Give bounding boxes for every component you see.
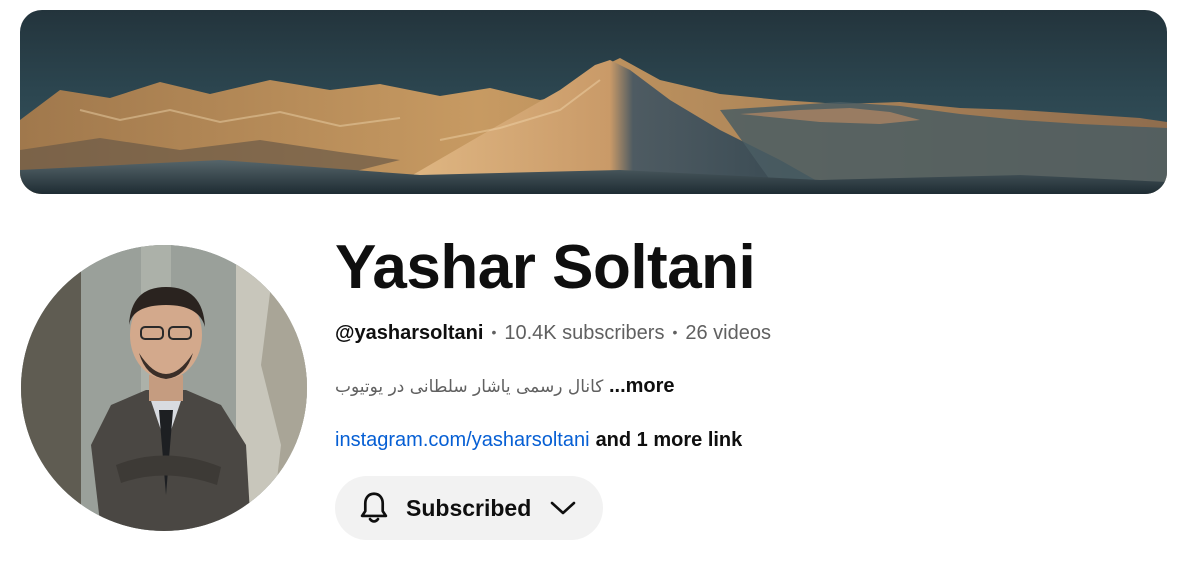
- instagram-link[interactable]: instagram.com/yasharsoltani: [335, 429, 590, 451]
- subscribed-label: Subscribed: [406, 495, 532, 521]
- avatar-portrait-image: [21, 245, 307, 531]
- meta-separator: •: [491, 324, 497, 340]
- banner-mountains-image: [20, 10, 1167, 194]
- description-text: کانال رسمی یاشار سلطانی در یوتیوب: [335, 377, 604, 397]
- channel-banner: [20, 10, 1167, 194]
- meta-separator: •: [672, 324, 678, 340]
- bell-icon: [360, 492, 388, 523]
- channel-meta: @yasharsoltani • 10.4K subscribers • 26 vide…: [335, 318, 771, 347]
- subscriber-count: 10.4K subscribers: [504, 322, 665, 344]
- description-more-link[interactable]: ...more: [609, 375, 675, 397]
- channel-links: instagram.com/yasharsoltani and 1 more li…: [335, 426, 742, 454]
- chevron-down-icon: [550, 501, 576, 515]
- channel-name: Yashar Soltani: [335, 233, 756, 302]
- channel-description[interactable]: کانال رسمی یاشار سلطانی در یوتیوب ...mor…: [335, 372, 675, 401]
- channel-handle: @yasharsoltani: [335, 322, 484, 344]
- more-links-button[interactable]: and 1 more link: [596, 429, 743, 451]
- video-count: 26 videos: [685, 322, 771, 344]
- subscribed-button[interactable]: Subscribed: [335, 476, 603, 540]
- channel-avatar[interactable]: [21, 245, 307, 531]
